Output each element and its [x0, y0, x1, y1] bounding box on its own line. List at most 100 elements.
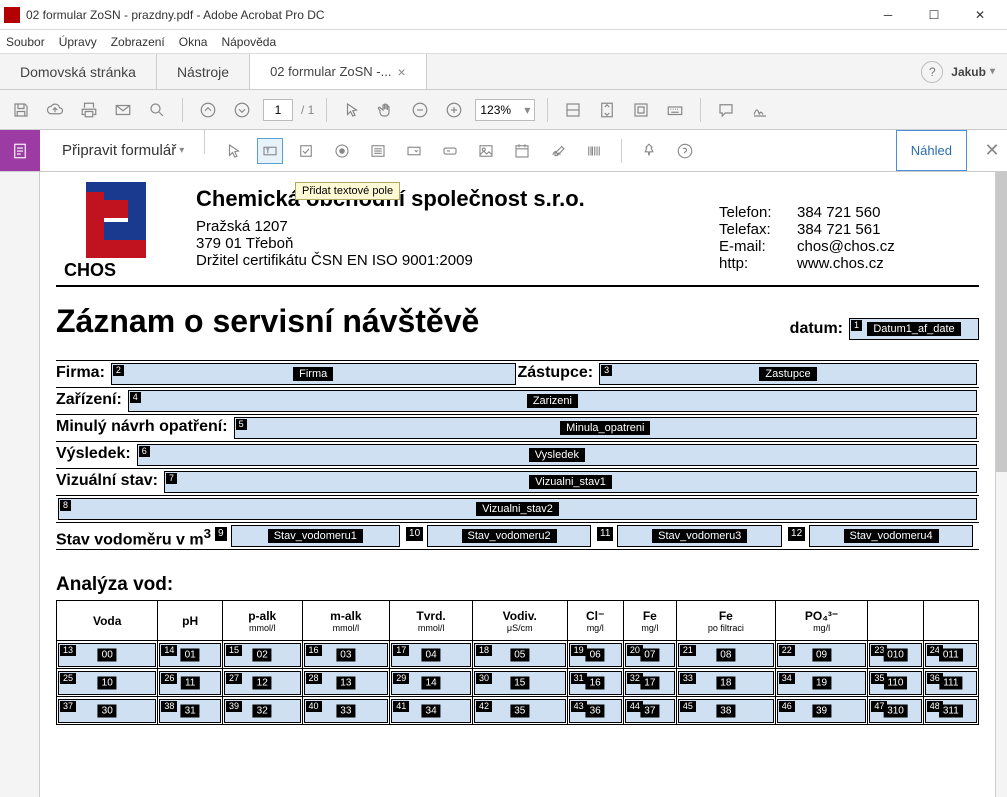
- table-cell[interactable]: 2209: [777, 643, 867, 667]
- fit-width-icon[interactable]: [560, 97, 586, 123]
- table-cell[interactable]: 23010: [869, 643, 921, 667]
- mail-icon[interactable]: [110, 97, 136, 123]
- fit-page-icon[interactable]: [594, 97, 620, 123]
- table-cell[interactable]: 2007: [625, 643, 675, 667]
- minimize-button[interactable]: ─: [865, 0, 911, 30]
- table-cell[interactable]: 3419: [777, 671, 867, 695]
- tab-home[interactable]: Domovská stránka: [0, 54, 157, 89]
- table-cell[interactable]: 2813: [304, 671, 389, 695]
- table-cell[interactable]: 4437: [625, 699, 675, 723]
- scroll-thumb[interactable]: [996, 172, 1007, 472]
- table-cell[interactable]: 4235: [474, 699, 566, 723]
- menu-window[interactable]: Okna: [179, 35, 208, 49]
- field-vodomer1[interactable]: Stav_vodomeru1: [231, 525, 400, 547]
- tab-document[interactable]: 02 formular ZoSN -... ×: [250, 54, 427, 89]
- save-icon[interactable]: [8, 97, 34, 123]
- field-zarizeni[interactable]: 4Zarizeni: [128, 390, 977, 412]
- maximize-button[interactable]: ☐: [911, 0, 957, 30]
- table-cell[interactable]: 24011: [925, 643, 977, 667]
- cloud-icon[interactable]: [42, 97, 68, 123]
- table-cell[interactable]: 4336: [569, 699, 622, 723]
- dropdown-tool-icon[interactable]: [401, 138, 427, 164]
- signature-tool-icon[interactable]: [545, 138, 571, 164]
- table-cell[interactable]: 1603: [304, 643, 389, 667]
- page-input[interactable]: [263, 99, 293, 121]
- close-panel-icon[interactable]: ✕: [977, 130, 1007, 171]
- form-label[interactable]: Připravit formulář▾: [40, 130, 200, 171]
- table-cell[interactable]: 2108: [678, 643, 774, 667]
- field-datum[interactable]: 1Datum1_af_date: [849, 318, 979, 340]
- sign-icon[interactable]: [747, 97, 773, 123]
- tab-tools[interactable]: Nástroje: [157, 54, 250, 89]
- menu-view[interactable]: Zobrazení: [111, 35, 165, 49]
- close-icon[interactable]: ×: [397, 64, 405, 80]
- menu-help[interactable]: Nápověda: [221, 35, 276, 49]
- image-tool-icon[interactable]: [473, 138, 499, 164]
- menu-file[interactable]: Soubor: [6, 35, 45, 49]
- pdf-page[interactable]: CHOS Chemická obchodní společnost s.r.o.…: [40, 172, 995, 797]
- hand-icon[interactable]: [373, 97, 399, 123]
- select-tool-icon[interactable]: [221, 138, 247, 164]
- table-cell[interactable]: 2510: [58, 671, 156, 695]
- pin-icon[interactable]: [636, 138, 662, 164]
- table-cell[interactable]: 3831: [159, 699, 221, 723]
- table-cell[interactable]: 2611: [159, 671, 221, 695]
- list-tool-icon[interactable]: [365, 138, 391, 164]
- close-button[interactable]: ✕: [957, 0, 1003, 30]
- table-cell[interactable]: 3730: [58, 699, 156, 723]
- field-vodomer4[interactable]: Stav_vodomeru4: [809, 525, 973, 547]
- radio-tool-icon[interactable]: [329, 138, 355, 164]
- barcode-tool-icon[interactable]: [581, 138, 607, 164]
- table-cell[interactable]: 47310: [869, 699, 921, 723]
- search-icon[interactable]: [144, 97, 170, 123]
- field-zastupce[interactable]: 3Zastupce: [599, 363, 977, 385]
- text-field-tool-icon[interactable]: [257, 138, 283, 164]
- checkbox-tool-icon[interactable]: [293, 138, 319, 164]
- table-cell[interactable]: 3318: [678, 671, 774, 695]
- zoom-select[interactable]: 123%▾: [475, 99, 535, 121]
- print-icon[interactable]: [76, 97, 102, 123]
- table-cell[interactable]: 3116: [569, 671, 622, 695]
- table-cell[interactable]: 4134: [391, 699, 471, 723]
- field-minula[interactable]: 5Minula_opatreni: [234, 417, 977, 439]
- table-cell[interactable]: 1805: [474, 643, 566, 667]
- form-icon[interactable]: [0, 130, 40, 171]
- field-firma[interactable]: 2Firma: [111, 363, 516, 385]
- table-cell[interactable]: 1300: [58, 643, 156, 667]
- left-panel[interactable]: [0, 172, 40, 797]
- page-up-icon[interactable]: [195, 97, 221, 123]
- table-cell[interactable]: 35110: [869, 671, 921, 695]
- pointer-icon[interactable]: [339, 97, 365, 123]
- field-vizualni2[interactable]: 8Vizualni_stav2: [58, 498, 977, 520]
- table-cell[interactable]: 4538: [678, 699, 774, 723]
- comment-icon[interactable]: [713, 97, 739, 123]
- zoom-out-icon[interactable]: [407, 97, 433, 123]
- field-vysledek[interactable]: 6Vysledek: [137, 444, 977, 466]
- table-cell[interactable]: 1704: [391, 643, 471, 667]
- table-cell[interactable]: 3015: [474, 671, 566, 695]
- table-cell[interactable]: 2712: [224, 671, 301, 695]
- user-menu[interactable]: Jakub▾: [951, 65, 1007, 79]
- table-cell[interactable]: 2914: [391, 671, 471, 695]
- table-cell[interactable]: 1401: [159, 643, 221, 667]
- zoom-in-icon[interactable]: [441, 97, 467, 123]
- button-tool-icon[interactable]: [437, 138, 463, 164]
- field-vodomer2[interactable]: Stav_vodomeru2: [427, 525, 591, 547]
- preview-button[interactable]: Náhled: [896, 130, 967, 171]
- table-cell[interactable]: 4639: [777, 699, 867, 723]
- date-tool-icon[interactable]: [509, 138, 535, 164]
- table-cell[interactable]: 1502: [224, 643, 301, 667]
- page-down-icon[interactable]: [229, 97, 255, 123]
- table-cell[interactable]: 4033: [304, 699, 389, 723]
- table-cell[interactable]: 1906: [569, 643, 622, 667]
- help-icon[interactable]: ?: [921, 61, 943, 83]
- table-cell[interactable]: 3932: [224, 699, 301, 723]
- table-cell[interactable]: 48311: [925, 699, 977, 723]
- menu-edit[interactable]: Úpravy: [59, 35, 97, 49]
- fullscreen-icon[interactable]: [628, 97, 654, 123]
- keyboard-icon[interactable]: [662, 97, 688, 123]
- field-vizualni1[interactable]: 7Vizualni_stav1: [164, 471, 977, 493]
- tool-help-icon[interactable]: [672, 138, 698, 164]
- scrollbar[interactable]: [995, 172, 1007, 797]
- field-vodomer3[interactable]: Stav_vodomeru3: [617, 525, 782, 547]
